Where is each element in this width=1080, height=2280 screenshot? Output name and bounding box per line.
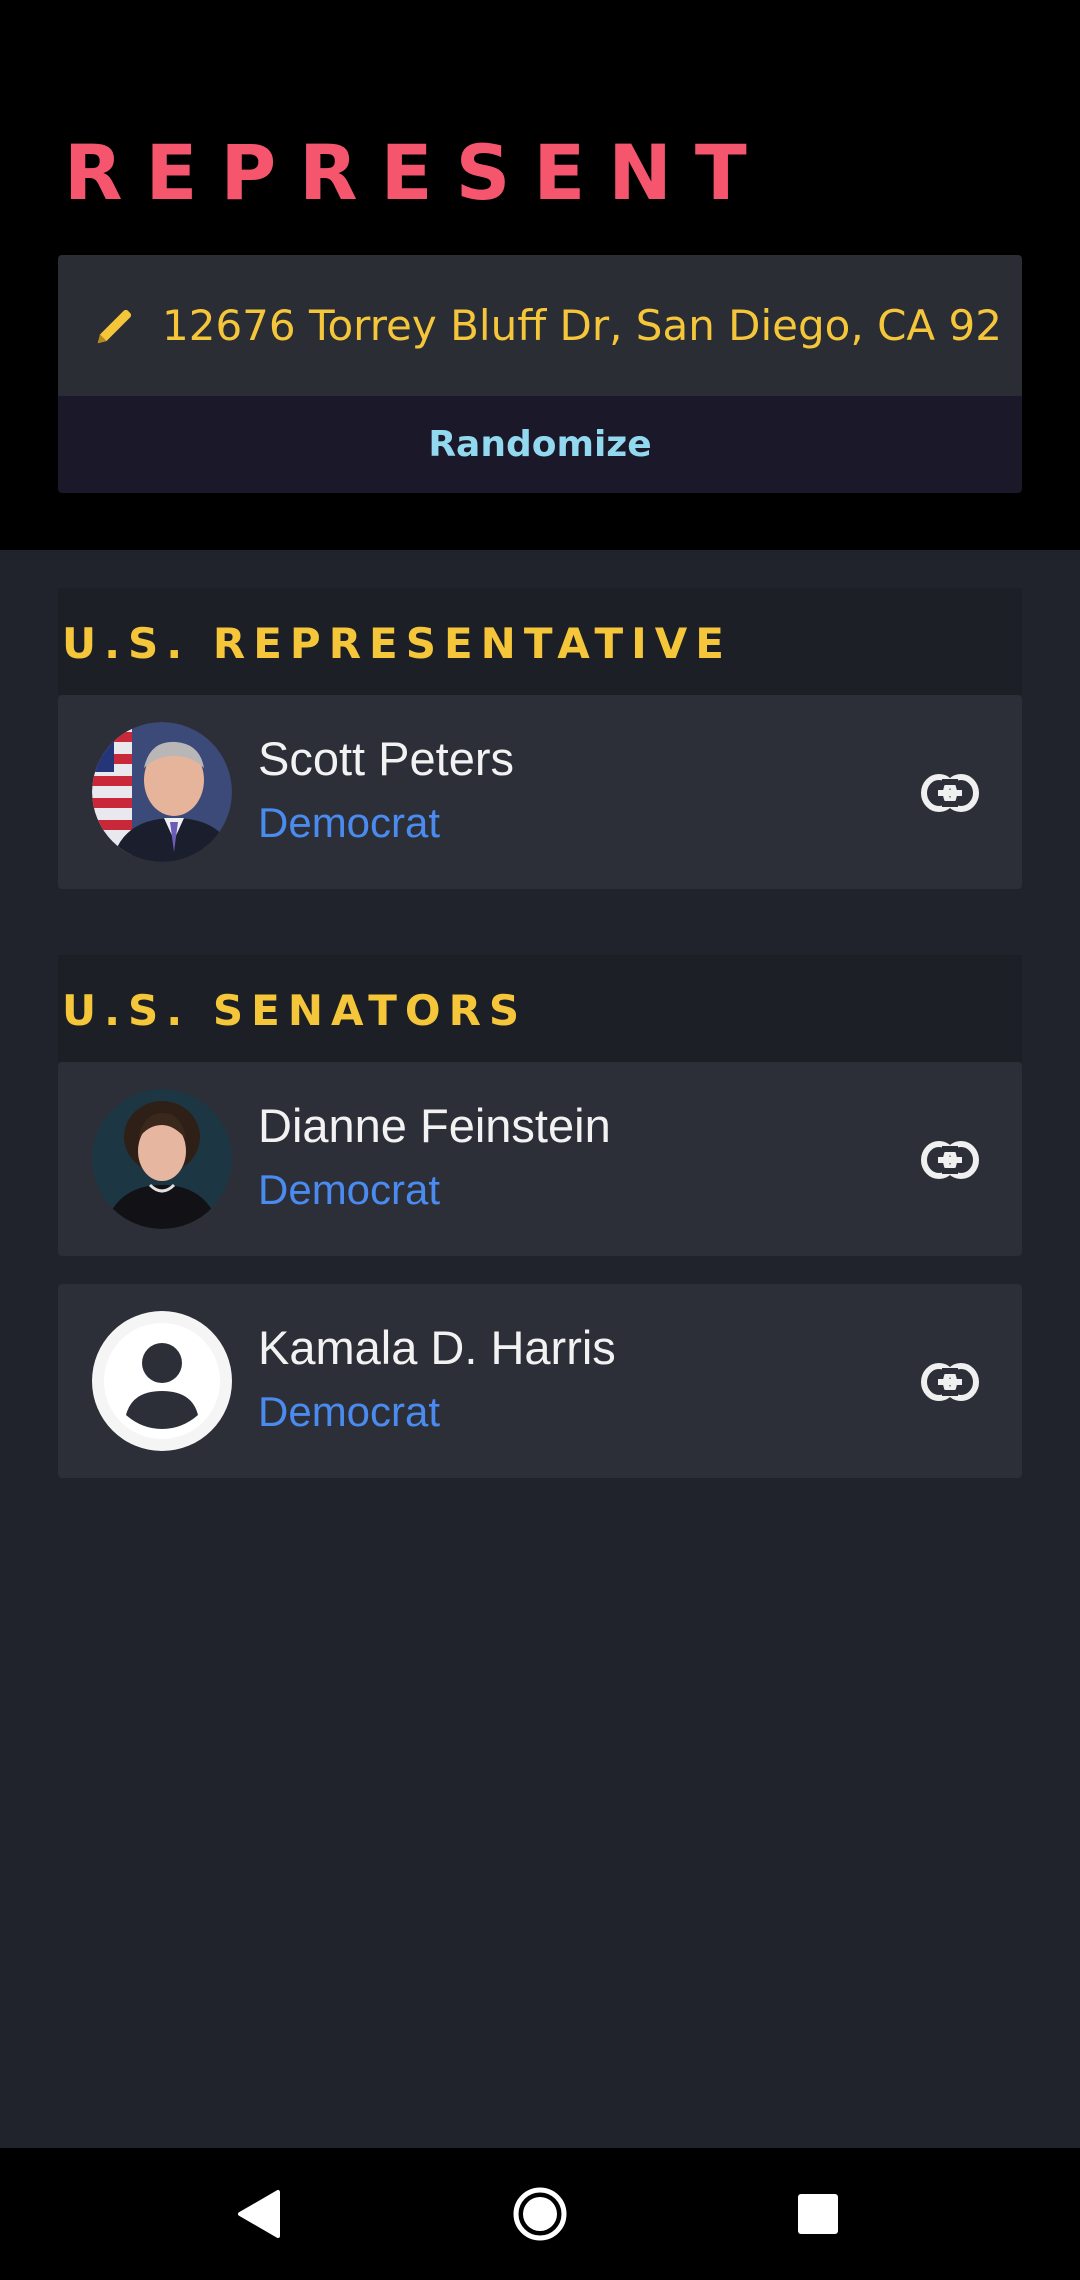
- address-text[interactable]: 12676 Torrey Bluff Dr, San Diego, CA 921…: [162, 301, 998, 350]
- member-party: Democrat: [258, 799, 441, 846]
- section-header-representative: U.S. REPRESENTATIVE: [58, 588, 1022, 698]
- member-party: Democrat: [258, 1388, 441, 1435]
- section-header-senators: U.S. SENATORS: [58, 955, 1022, 1065]
- person-icon: [92, 1311, 232, 1451]
- member-name: Kamala D. Harris: [258, 1321, 616, 1374]
- address-input[interactable]: 12676 Torrey Bluff Dr, San Diego, CA 921…: [58, 255, 1022, 396]
- member-name: Dianne Feinstein: [258, 1099, 611, 1152]
- link-icon[interactable]: [920, 771, 980, 815]
- recents-square-icon[interactable]: [788, 2184, 848, 2244]
- member-card-dianne-feinstein[interactable]: Dianne Feinstein Democrat: [58, 1062, 1022, 1256]
- member-card-kamala-harris[interactable]: Kamala D. Harris Democrat: [58, 1284, 1022, 1478]
- avatar: [92, 1089, 232, 1229]
- avatar: [92, 722, 232, 862]
- system-navigation-bar: [0, 2148, 1080, 2280]
- app-title: REPRESENT: [64, 128, 770, 217]
- representatives-list: U.S. REPRESENTATIVE Scott Peters Democra…: [0, 550, 1080, 2148]
- link-icon[interactable]: [920, 1360, 980, 1404]
- member-party: Democrat: [258, 1166, 441, 1213]
- member-name: Scott Peters: [258, 732, 514, 785]
- randomize-button[interactable]: Randomize: [58, 396, 1022, 493]
- link-icon[interactable]: [920, 1138, 980, 1182]
- app-header: REPRESENT 12676 Torrey Bluff Dr, San Die…: [0, 0, 1080, 550]
- member-card-scott-peters[interactable]: Scott Peters Democrat: [58, 695, 1022, 889]
- pencil-icon: [97, 309, 132, 343]
- home-circle-icon[interactable]: [510, 2184, 570, 2244]
- back-triangle-icon[interactable]: [230, 2184, 290, 2244]
